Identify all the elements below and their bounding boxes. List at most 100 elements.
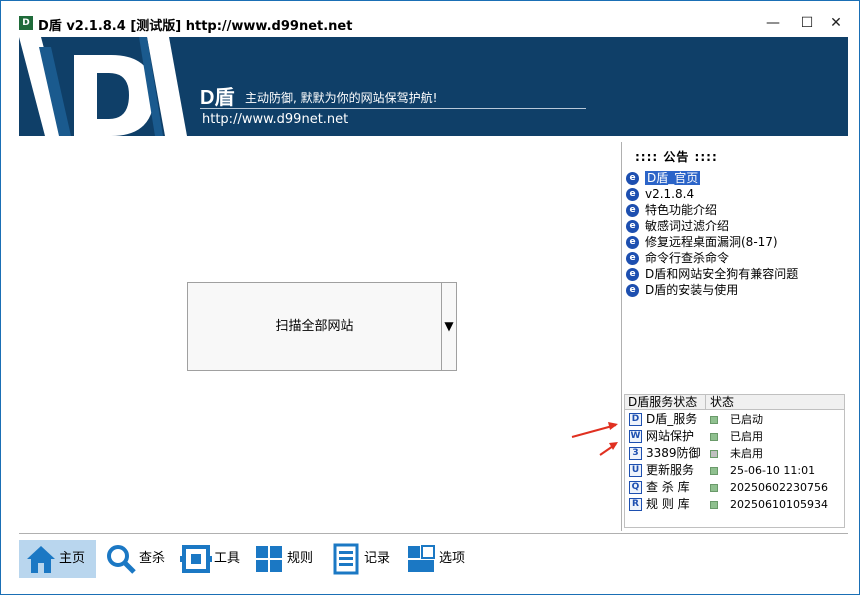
service-state: 未启用 [730,447,763,460]
status-indicator [710,467,718,475]
table-row[interactable]: W 网站保护 已启用 [625,428,844,445]
service-d-icon: D [629,413,642,426]
service-name: 规 则 库 [646,497,690,511]
header-service-name: D盾服务状态 [628,395,698,409]
close-button[interactable]: ✕ [824,13,848,33]
vertical-divider [621,142,622,531]
tools-button[interactable]: 工具 [174,540,241,578]
service-name: 更新服务 [646,463,695,477]
table-row[interactable]: U 更新服务 25-06-10 11:01 [625,462,844,479]
app-window: D盾 D盾 v2.1.8.4 [测试版] http://www.d99net.n… [0,0,860,595]
search-library-icon: Q [629,481,642,494]
table-row[interactable]: Q 查 杀 库 20250602230756 [625,479,844,496]
notice-item[interactable]: e 修复远程桌面漏洞(8-17) [626,234,846,250]
scan-label: 查杀 [139,551,166,566]
search-icon [107,545,136,574]
service-state: 20250610105934 [730,498,828,511]
home-label: 主页 [59,551,86,566]
notice-item[interactable]: e 命令行查杀命令 [626,250,846,266]
header-divider [705,395,706,410]
maximize-button[interactable]: ☐ [795,13,819,33]
window-title: D盾 v2.1.8.4 [测试版] http://www.d99net.net [38,19,353,34]
scan-all-websites-button[interactable]: 扫描全部网站 ▼ [187,282,457,371]
header-state: 状态 [710,395,735,409]
scan-button[interactable]: 查杀 [99,540,166,578]
banner-url[interactable]: http://www.d99net.net [202,112,348,127]
notice-item-label: 敏感词过滤介绍 [645,219,730,233]
list-icon [333,543,359,575]
notice-list: e D盾_官页 e v2.1.8.4 e 特色功能介绍 e 敏感词过滤介绍 e 修复远程桌… [626,170,846,298]
rules-label: 规则 [287,551,314,566]
notice-item-label: 修复远程桌面漏洞(8-17) [645,235,778,249]
table-row[interactable]: 3 3389防御 未启用 [625,445,844,462]
notice-item[interactable]: e 敏感词过滤介绍 [626,218,846,234]
toolbar-divider [19,533,848,534]
service-status-table: D盾服务状态 状态 D D盾_服务 已启动 W 网站保护 已启用 3 3389防… [624,394,845,528]
service-name: 网站保护 [646,429,695,443]
d-shield-logo-icon [19,37,189,136]
e-icon: e [626,188,639,201]
grid-icon [256,546,282,572]
rules-library-icon: R [629,498,642,511]
notice-item[interactable]: e v2.1.8.4 [626,186,846,202]
service-state: 已启动 [730,413,763,426]
e-icon: e [626,204,639,217]
notice-item-label: D盾的安装与使用 [645,283,739,297]
service-name: D盾_服务 [646,412,698,426]
notice-item[interactable]: e 特色功能介绍 [626,202,846,218]
banner-brand: D盾 [200,87,235,109]
home-icon [27,546,55,573]
status-table-header: D盾服务状态 状态 [625,395,844,410]
app-logo-icon: D盾 [19,16,33,42]
status-indicator [710,433,718,441]
notice-item[interactable]: e D盾的安装与使用 [626,282,846,298]
banner-divider [200,108,586,109]
service-state: 25-06-10 11:01 [730,464,816,477]
table-row[interactable]: D D盾_服务 已启动 [625,411,844,428]
e-icon: e [626,252,639,265]
website-protect-icon: W [629,430,642,443]
options-button[interactable]: 选项 [399,540,466,578]
e-icon: e [626,220,639,233]
update-service-icon: U [629,464,642,477]
tools-label: 工具 [214,551,241,566]
e-icon: e [626,236,639,249]
status-indicator [710,450,718,458]
home-button[interactable]: 主页 [19,540,96,578]
e-icon: e [626,284,639,297]
options-label: 选项 [439,551,466,566]
minimize-button[interactable]: — [761,13,785,33]
e-icon: e [626,172,639,185]
annotation-arrow-icon [571,422,618,456]
banner: D盾 主动防御, 默默为你的网站保驾护航! http://www.d99net.… [19,37,848,136]
notice-item-label: v2.1.8.4 [645,187,695,201]
banner-slogan: 主动防御, 默默为你的网站保驾护航! [245,91,438,105]
status-indicator [710,484,718,492]
service-name: 3389防御 [646,446,701,460]
rdp-defense-icon: 3 [629,447,642,460]
dropdown-arrow-icon[interactable]: ▼ [442,283,456,370]
notice-item[interactable]: e D盾_官页 [626,170,846,186]
scan-button-label: 扫描全部网站 [275,319,354,334]
e-icon: e [626,268,639,281]
notice-item-label: 特色功能介绍 [645,203,718,217]
options-icon [408,545,435,572]
bottom-toolbar: 主页 查杀 工具 规则 记录 选项 [19,538,848,580]
status-indicator [710,501,718,509]
notice-title: :::: 公告 :::: [635,150,718,164]
notice-panel: :::: 公告 :::: e D盾_官页 e v2.1.8.4 e 特色功能介绍 e敏… [623,144,847,389]
notice-item-label: D盾和网站安全狗有兼容问题 [645,267,799,281]
tools-icon [180,545,212,573]
notice-item-label: 命令行查杀命令 [645,251,730,265]
status-indicator [710,416,718,424]
log-label: 记录 [364,551,391,566]
service-state: 20250602230756 [730,481,828,494]
service-name: 查 杀 库 [646,480,690,494]
table-row[interactable]: R 规 则 库 20250610105934 [625,496,844,513]
rules-button[interactable]: 规则 [247,540,314,578]
log-button[interactable]: 记录 [324,540,391,578]
title-bar[interactable]: D盾 D盾 v2.1.8.4 [测试版] http://www.d99net.n… [1,1,859,42]
notice-item-label: D盾_官页 [645,171,701,185]
notice-item[interactable]: e D盾和网站安全狗有兼容问题 [626,266,846,282]
service-state: 已启用 [730,430,763,443]
